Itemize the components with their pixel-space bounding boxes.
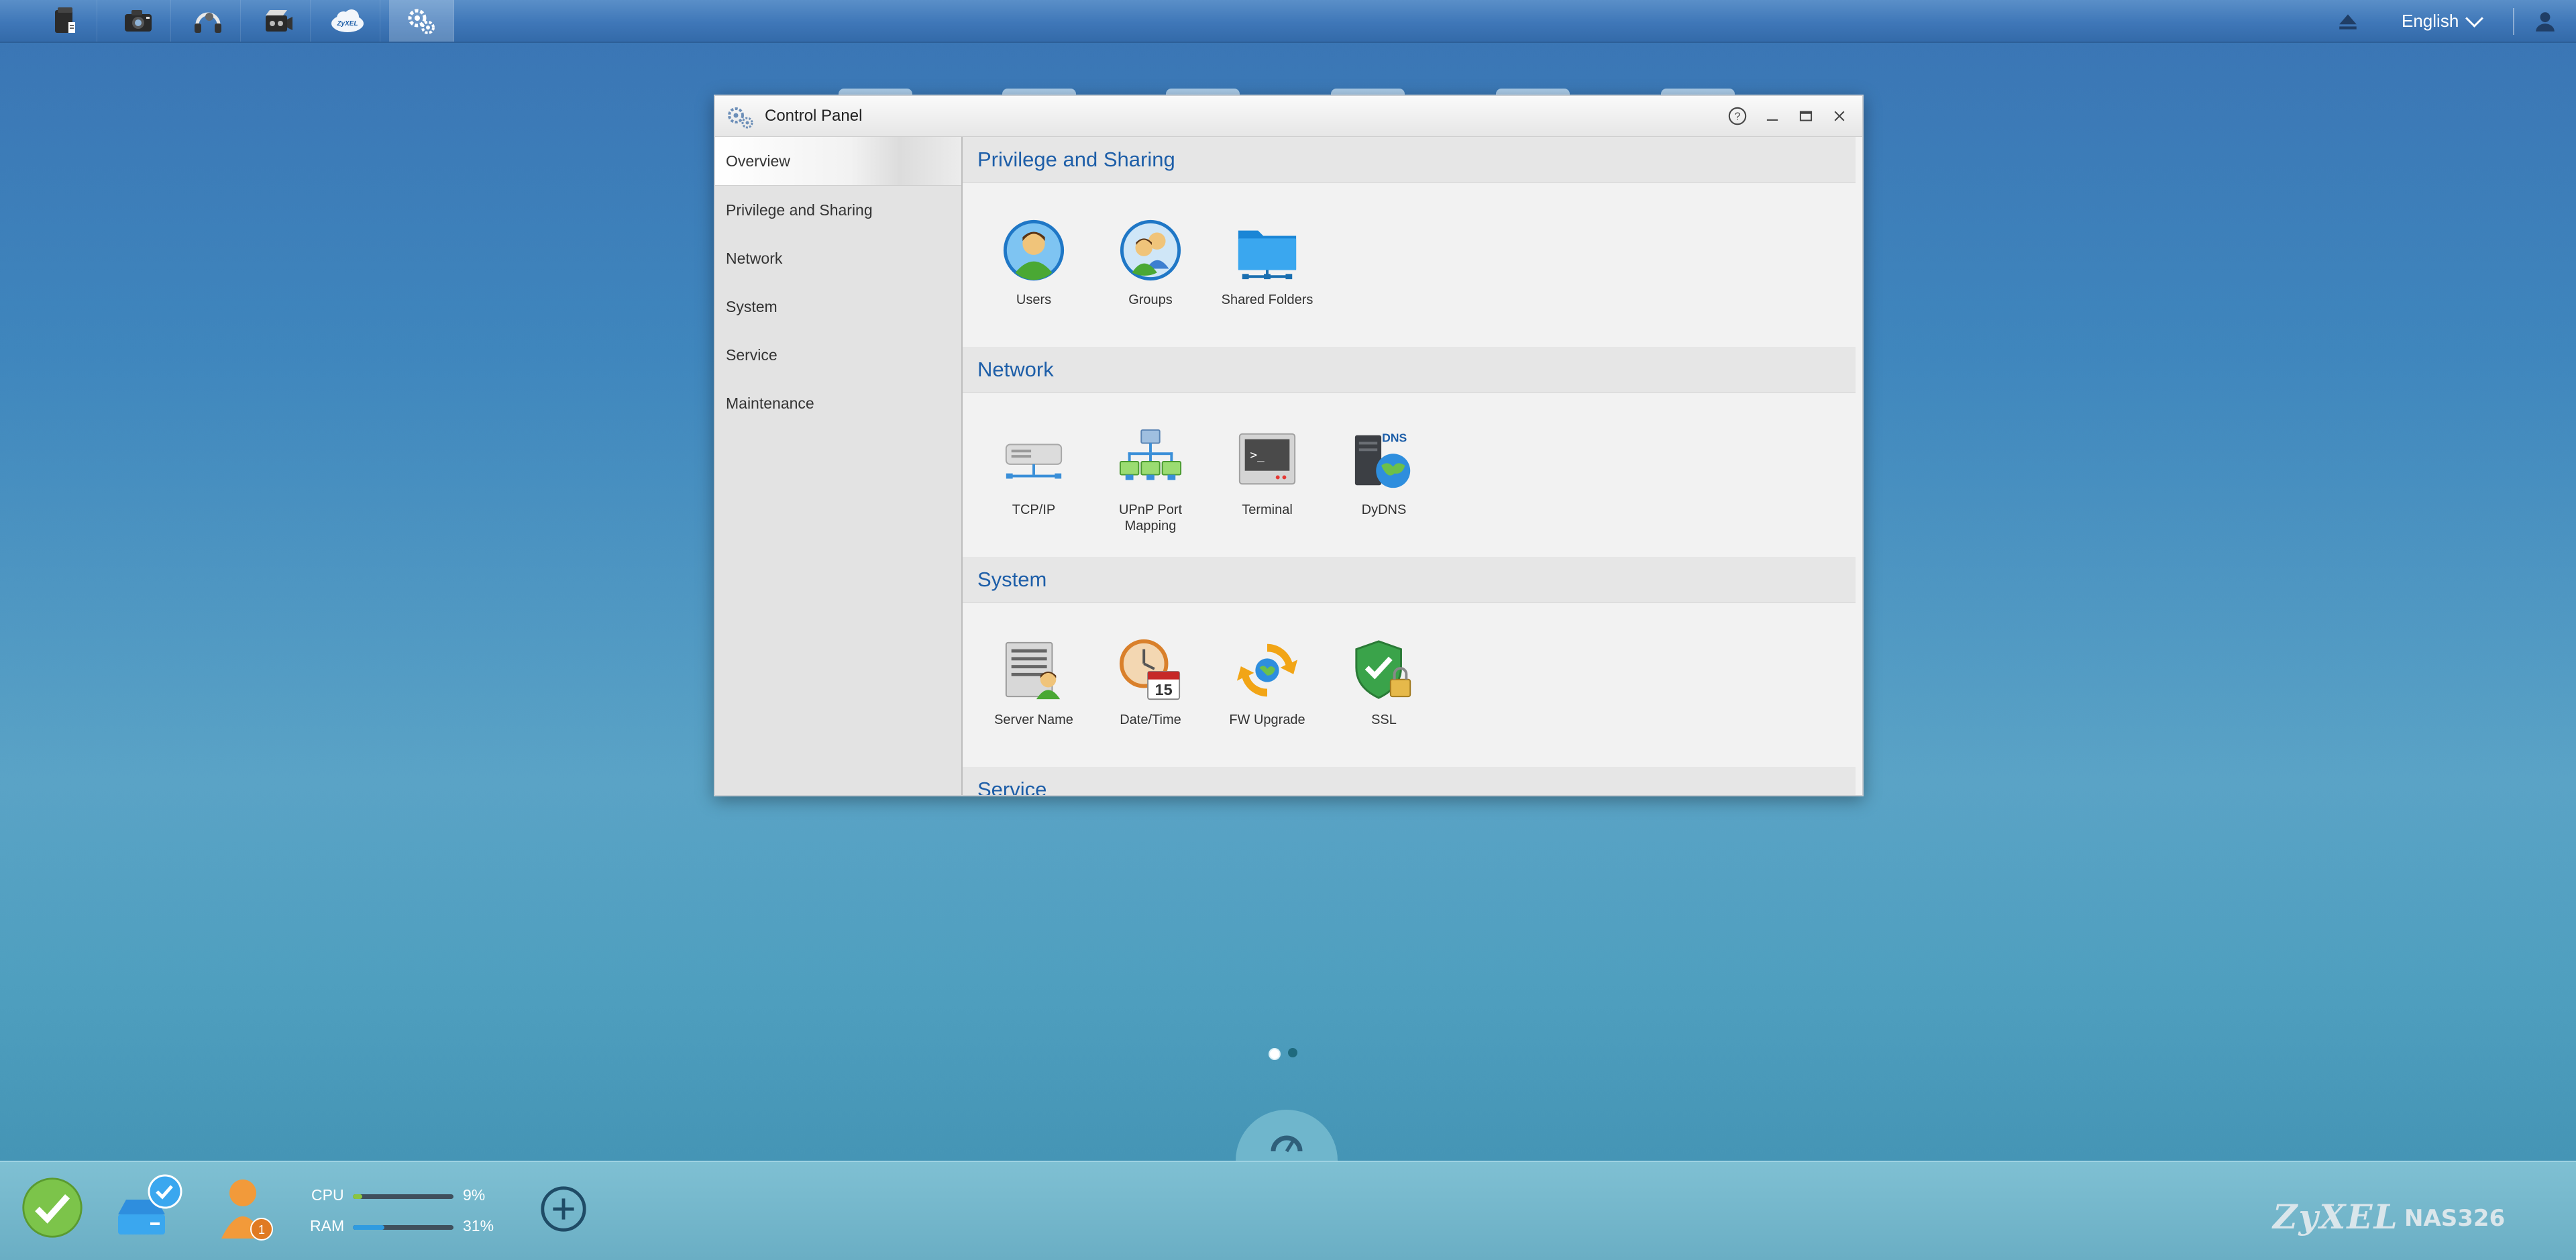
maximize-button[interactable]	[1795, 105, 1817, 127]
sidebar-item-privilege-and-sharing[interactable]: Privilege and Sharing	[715, 186, 961, 234]
users-label: Users	[1016, 293, 1052, 307]
ssl-tile[interactable]: SSL	[1330, 637, 1438, 728]
control-panel-title-icon	[728, 107, 753, 129]
server-name-tile[interactable]: Server Name	[980, 637, 1087, 728]
video-app-icon[interactable]	[246, 0, 311, 42]
ram-usage-fill	[353, 1225, 384, 1230]
language-label: English	[2402, 10, 2459, 31]
sidebar-item-maintenance[interactable]: Maintenance	[715, 379, 961, 427]
date-time-tile[interactable]: 15 Date/Time	[1097, 637, 1204, 728]
svg-text:ZyXEL: ZyXEL	[336, 20, 358, 28]
sidebar-item-overview[interactable]: Overview	[715, 137, 961, 186]
close-button[interactable]	[1829, 105, 1850, 127]
shared-folders-icon	[1234, 217, 1301, 284]
zyxel-cloud-icon[interactable]: ZyXEL	[315, 0, 380, 42]
toolbar-divider	[2513, 8, 2514, 35]
date-time-icon: 15	[1117, 637, 1184, 704]
cpu-usage-bar	[353, 1194, 453, 1199]
cpu-label: CPU	[311, 1186, 344, 1204]
section-title-network: Network	[963, 347, 1856, 393]
close-icon	[1834, 111, 1845, 121]
user-count-icon[interactable]: 1	[208, 1171, 279, 1245]
upnp-icon	[1117, 427, 1184, 494]
minimize-icon	[1766, 119, 1778, 121]
users-icon	[1000, 217, 1067, 284]
music-app-icon[interactable]	[176, 0, 241, 42]
chevron-down-icon	[2465, 9, 2484, 28]
groups-label: Groups	[1128, 293, 1173, 307]
add-widget-icon[interactable]	[537, 1182, 590, 1236]
groups-tile[interactable]: Groups	[1097, 217, 1204, 308]
ssl-icon	[1350, 637, 1417, 704]
section-privilege-and-sharing: Users Groups Shared Folders	[963, 183, 1861, 347]
fw-upgrade-icon	[1234, 637, 1301, 704]
minimize-button[interactable]	[1762, 105, 1783, 127]
svg-text:15: 15	[1155, 681, 1173, 698]
control-panel-window: Control Panel ? Overview Privilege and S…	[714, 95, 1864, 796]
shared-folders-label: Shared Folders	[1221, 293, 1313, 307]
shared-folders-tile[interactable]: Shared Folders	[1214, 217, 1321, 308]
maximize-icon	[1799, 111, 1813, 121]
dashboard-toggle-tab[interactable]	[1236, 1110, 1338, 1161]
fw-upgrade-tile[interactable]: FW Upgrade	[1214, 637, 1321, 728]
svg-text:DNS: DNS	[1382, 431, 1407, 445]
svg-text:1: 1	[258, 1223, 265, 1237]
upnp-tile[interactable]: UPnP Port Mapping	[1097, 427, 1204, 534]
fw-upgrade-label: FW Upgrade	[1229, 713, 1305, 727]
tcpip-label: TCP/IP	[1012, 503, 1056, 517]
ram-value: 31%	[463, 1217, 494, 1235]
overview-content: Privilege and Sharing Users Groups Share…	[963, 137, 1861, 795]
sidebar-item-network[interactable]: Network	[715, 234, 961, 282]
sidebar-item-system[interactable]: System	[715, 282, 961, 331]
server-name-label: Server Name	[994, 713, 1073, 727]
svg-text:>_: >_	[1250, 449, 1265, 462]
file-browser-icon[interactable]	[32, 0, 97, 42]
storage-status-icon[interactable]	[111, 1173, 186, 1243]
window-titlebar[interactable]: Control Panel ?	[715, 96, 1862, 137]
ram-label: RAM	[310, 1217, 345, 1235]
status-dashboard-bar: 1 CPU 9% RAM 31%	[0, 1161, 2576, 1260]
photo-app-icon[interactable]	[106, 0, 171, 42]
brand-logo-text: ZyXEL	[2273, 1197, 2399, 1237]
help-icon: ?	[1728, 107, 1747, 125]
groups-icon	[1117, 217, 1184, 284]
speedometer-icon	[1271, 1135, 1303, 1153]
device-model-text: NAS326	[2404, 1205, 2506, 1232]
tcpip-tile[interactable]: TCP/IP	[980, 427, 1087, 518]
dydns-icon: DNS	[1350, 427, 1417, 494]
system-status-ok-icon[interactable]	[19, 1174, 86, 1241]
section-title-privilege-and-sharing: Privilege and Sharing	[963, 137, 1856, 183]
user-account-icon[interactable]	[2526, 7, 2564, 36]
section-network: TCP/IP UPnP Port Mapping >_ Terminal DNS…	[963, 393, 1861, 557]
ssl-label: SSL	[1371, 713, 1397, 727]
server-name-icon	[1000, 637, 1067, 704]
settings-sidebar: Overview Privilege and Sharing Network S…	[715, 137, 963, 795]
upnp-label: UPnP Port Mapping	[1118, 503, 1183, 533]
cpu-usage-fill	[353, 1194, 362, 1199]
svg-text:?: ?	[1735, 111, 1741, 123]
cpu-value: 9%	[463, 1186, 486, 1204]
users-tile[interactable]: Users	[980, 217, 1087, 308]
dydns-tile[interactable]: DNS DyDNS	[1330, 427, 1438, 518]
desktop-page-dot-2[interactable]	[1288, 1048, 1297, 1057]
section-system: Server Name 15 Date/Time FW Upgrade SSL	[963, 603, 1861, 767]
ram-usage-bar	[353, 1225, 453, 1230]
window-title: Control Panel	[765, 107, 863, 125]
terminal-icon: >_	[1234, 427, 1301, 494]
sidebar-item-service[interactable]: Service	[715, 331, 961, 379]
eject-icon[interactable]	[2329, 7, 2367, 36]
section-title-service: Service	[963, 767, 1856, 795]
tcpip-icon	[1000, 427, 1067, 494]
desktop-page-dot-1[interactable]	[1269, 1048, 1281, 1060]
section-title-system: System	[963, 557, 1856, 603]
top-taskbar: ZyXEL English	[0, 0, 2576, 43]
date-time-label: Date/Time	[1120, 713, 1181, 727]
language-select[interactable]: English	[2402, 7, 2509, 35]
terminal-label: Terminal	[1242, 503, 1293, 517]
control-panel-icon[interactable]	[389, 0, 454, 42]
dydns-label: DyDNS	[1361, 503, 1407, 517]
terminal-tile[interactable]: >_ Terminal	[1214, 427, 1321, 518]
help-button[interactable]: ?	[1727, 105, 1748, 127]
